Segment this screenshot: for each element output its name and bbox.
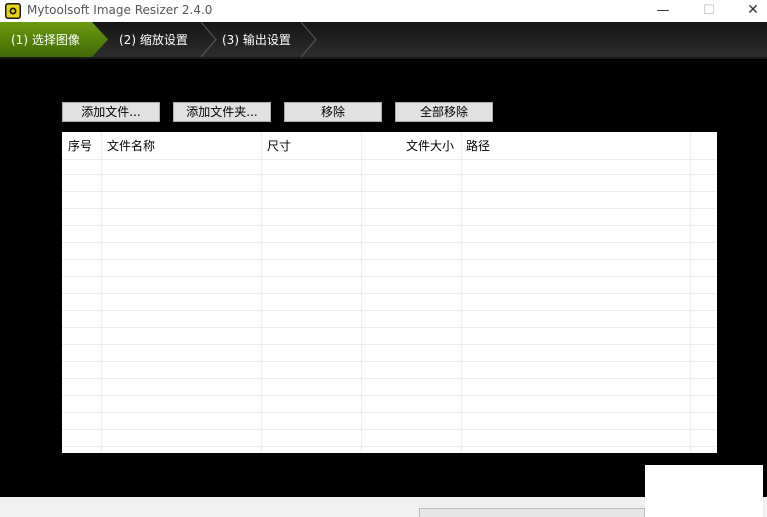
table-row [62,174,717,175]
file-list-table[interactable]: 序号 文件名称 尺寸 文件大小 路径 [62,132,717,453]
remove-all-button[interactable]: 全部移除 [395,102,493,122]
corner-panel [645,465,763,517]
column-header-dimensions[interactable]: 尺寸 [267,132,291,160]
table-row [62,242,717,243]
window-title: Mytoolsoft Image Resizer 2.4.0 [27,3,213,17]
table-row [62,429,717,430]
table-row [62,378,717,379]
add-folder-button[interactable]: 添加文件夹... [173,102,271,122]
table-row [62,361,717,362]
step-output-settings[interactable]: (3) 输出设置 [222,22,291,57]
column-header-path[interactable]: 路径 [466,132,490,160]
table-row [62,208,717,209]
table-row [62,159,717,160]
step-separator-chevron-icon [300,22,317,57]
close-button[interactable]: ✕ [730,0,767,22]
table-row [62,293,717,294]
column-header-index[interactable]: 序号 [68,132,92,160]
table-row [62,310,717,311]
table-row [62,412,717,413]
table-row [62,276,717,277]
minimize-button[interactable]: — [640,0,686,22]
table-row [62,191,717,192]
app-logo-icon [5,3,21,19]
table-row [62,225,717,226]
step-select-images[interactable]: (1) 选择图像 [0,22,108,57]
remove-button[interactable]: 移除 [284,102,382,122]
progress-bar [419,508,645,517]
add-file-button[interactable]: 添加文件... [62,102,160,122]
step-resize-settings[interactable]: (2) 缩放设置 [119,22,188,57]
column-header-filename[interactable]: 文件名称 [107,132,155,160]
table-row [62,327,717,328]
maximize-button[interactable]: ☐ [686,0,732,22]
step-separator-chevron-icon [200,22,217,57]
table-row [62,344,717,345]
table-row [62,259,717,260]
table-row [62,446,717,447]
table-row [62,395,717,396]
wizard-step-bar: (1) 选择图像 (2) 缩放设置 (3) 输出设置 [0,22,767,59]
title-bar: Mytoolsoft Image Resizer 2.4.0 — ☐ ✕ [0,0,767,22]
column-header-filesize[interactable]: 文件大小 [362,132,454,160]
